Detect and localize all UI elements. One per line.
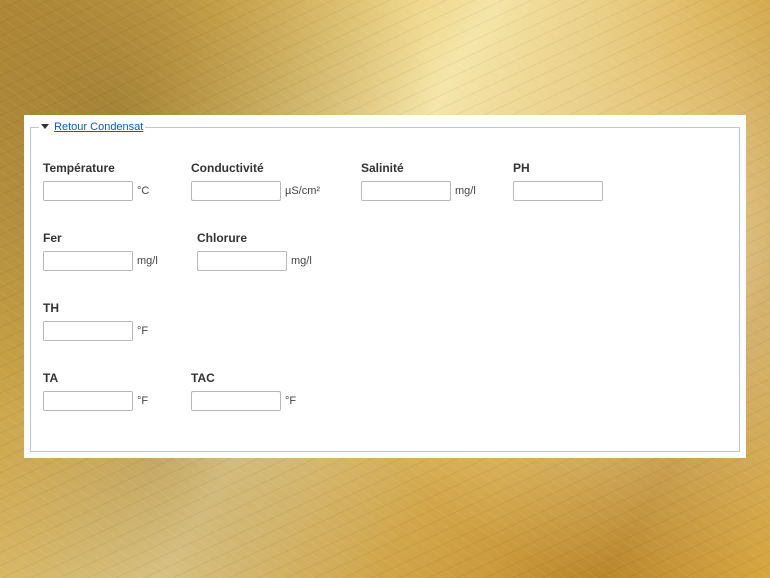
field-fer: Fer mg/l bbox=[43, 231, 161, 271]
label-fer: Fer bbox=[43, 231, 161, 245]
group-legend-link[interactable]: Retour Condensat bbox=[54, 121, 143, 133]
label-ph: PH bbox=[513, 161, 613, 175]
field-salinite: Salinité mg/l bbox=[361, 161, 483, 201]
row-4: TA °F TAC °F bbox=[43, 371, 727, 411]
label-conductivite: Conductivité bbox=[191, 161, 331, 175]
row-2: Fer mg/l Chlorure mg/l bbox=[43, 231, 727, 271]
input-fer[interactable] bbox=[43, 251, 133, 271]
label-ta: TA bbox=[43, 371, 161, 385]
field-ph: PH bbox=[513, 161, 613, 201]
input-ta[interactable] bbox=[43, 391, 133, 411]
collapse-toggle-icon[interactable] bbox=[41, 124, 49, 129]
label-th: TH bbox=[43, 301, 161, 315]
unit-temperature: °C bbox=[137, 185, 149, 197]
label-temperature: Température bbox=[43, 161, 161, 175]
unit-tac: °F bbox=[285, 395, 296, 407]
row-1: Température °C Conductivité µS/cm² Salin… bbox=[43, 161, 727, 201]
input-tac[interactable] bbox=[191, 391, 281, 411]
unit-th: °F bbox=[137, 325, 148, 337]
field-tac: TAC °F bbox=[191, 371, 309, 411]
group-legend: Retour Condensat bbox=[39, 121, 145, 133]
unit-ta: °F bbox=[137, 395, 148, 407]
unit-chlorure: mg/l bbox=[291, 255, 312, 267]
label-chlorure: Chlorure bbox=[197, 231, 315, 245]
field-chlorure: Chlorure mg/l bbox=[197, 231, 315, 271]
form-panel: Retour Condensat Température °C Conducti… bbox=[24, 115, 746, 458]
input-conductivite[interactable] bbox=[191, 181, 281, 201]
label-tac: TAC bbox=[191, 371, 309, 385]
row-3: TH °F bbox=[43, 301, 727, 341]
input-temperature[interactable] bbox=[43, 181, 133, 201]
unit-salinite: mg/l bbox=[455, 185, 476, 197]
field-th: TH °F bbox=[43, 301, 161, 341]
field-conductivite: Conductivité µS/cm² bbox=[191, 161, 331, 201]
input-th[interactable] bbox=[43, 321, 133, 341]
input-chlorure[interactable] bbox=[197, 251, 287, 271]
unit-fer: mg/l bbox=[137, 255, 158, 267]
field-ta: TA °F bbox=[43, 371, 161, 411]
input-ph[interactable] bbox=[513, 181, 603, 201]
group-retour-condensat: Retour Condensat Température °C Conducti… bbox=[30, 121, 740, 452]
label-salinite: Salinité bbox=[361, 161, 483, 175]
field-temperature: Température °C bbox=[43, 161, 161, 201]
unit-conductivite: µS/cm² bbox=[285, 185, 320, 197]
input-salinite[interactable] bbox=[361, 181, 451, 201]
form-area: Température °C Conductivité µS/cm² Salin… bbox=[43, 161, 727, 441]
